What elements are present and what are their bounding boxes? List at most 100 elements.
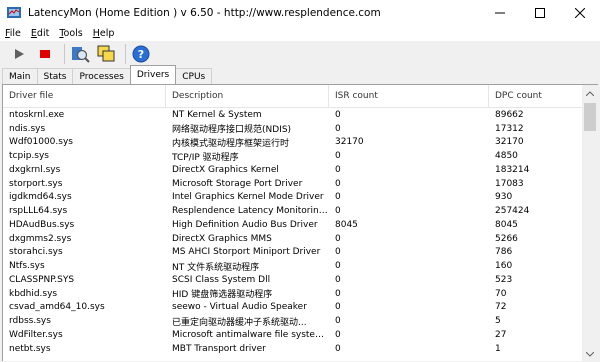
driver-file-cell: netbt.sys: [9, 343, 51, 354]
table-row[interactable]: dxgkrnl.sys DirectX Graphics Kernel 0 18321…: [3, 163, 583, 177]
table-row[interactable]: dxgmms2.sys DirectX Graphics MMS 0 5266: [3, 232, 583, 246]
svg-text:?: ?: [138, 48, 144, 61]
table-row[interactable]: kbdhid.sys HID 键盘筛选器驱动程序 0 70: [3, 287, 583, 301]
table-row[interactable]: storahci.sys MS AHCI Storport Miniport Dr…: [3, 246, 583, 260]
dpc-count-cell: 1: [495, 343, 501, 354]
driver-file-cell: csvad_amd64_10.sys: [9, 302, 105, 313]
menu-edit-label: dit: [36, 28, 50, 39]
table-row[interactable]: rdbss.sys 已重定向驱动器缓冲子系统驱动... 0 5: [3, 314, 583, 328]
isr-count-cell: 0: [335, 192, 341, 203]
description-cell: MBT Transport driver: [172, 343, 266, 354]
table-row[interactable]: tcpip.sys TCP/IP 驱动程序 0 4850: [3, 149, 583, 163]
column-header-driver-file[interactable]: Driver file: [3, 85, 166, 107]
isr-count-cell: 0: [335, 288, 341, 299]
driver-file-cell: dxgmms2.sys: [9, 233, 72, 244]
start-button[interactable]: [8, 43, 30, 65]
isr-count-cell: 0: [335, 164, 341, 175]
isr-count-cell: 0: [335, 316, 341, 327]
tab-cpus-label: CPUs: [182, 71, 206, 82]
isr-count-cell: 0: [335, 109, 341, 120]
description-cell: Intel Graphics Kernel Mode Driver: [172, 192, 324, 203]
tab-stats[interactable]: Stats: [36, 68, 74, 84]
table-row[interactable]: netbt.sys MBT Transport driver 0 1: [3, 342, 583, 356]
dpc-count-cell: 930: [495, 192, 513, 203]
description-cell: SCSI Class System Dll: [172, 274, 271, 285]
menu-help[interactable]: Help: [88, 28, 120, 39]
tab-main[interactable]: Main: [2, 68, 38, 84]
table-row[interactable]: csvad_amd64_10.sys seewo - Virtual Audio …: [3, 301, 583, 315]
tab-stats-label: Stats: [43, 71, 67, 82]
table-row[interactable]: HDAudBus.sys High Definition Audio Bus Dr…: [3, 218, 583, 232]
isr-count-cell: 0: [335, 247, 341, 258]
analysis-button[interactable]: [69, 43, 91, 65]
description-cell: High Definition Audio Bus Driver: [172, 219, 318, 230]
description-cell: 网络驱动程序接口规范(NDIS): [172, 125, 292, 136]
tab-cpus[interactable]: CPUs: [175, 68, 213, 84]
driver-file-cell: storport.sys: [9, 178, 63, 189]
dpc-count-cell: 4850: [495, 151, 518, 162]
menu-edit[interactable]: Edit: [26, 28, 54, 39]
dpc-count-cell: 70: [495, 288, 507, 299]
maximize-button[interactable]: [520, 0, 560, 26]
driver-file-cell: igdkmd64.sys: [9, 192, 72, 203]
table-row[interactable]: Wdf01000.sys 内核模式驱动程序框架运行时 32170 32170: [3, 136, 583, 150]
windows-button[interactable]: [95, 43, 117, 65]
tab-drivers[interactable]: Drivers: [129, 65, 177, 84]
scroll-down-button[interactable]: [582, 346, 598, 362]
column-header-description[interactable]: Description: [166, 85, 329, 107]
help-icon: ?: [132, 45, 150, 63]
dpc-count-cell: 5266: [495, 233, 518, 244]
stop-button[interactable]: [34, 43, 56, 65]
column-header-isr-count[interactable]: ISR count: [329, 85, 489, 107]
driver-list: ntoskrnl.exe NT Kernel & System 0 89662 ndis…: [3, 108, 583, 356]
table-row[interactable]: igdkmd64.sys Intel Graphics Kernel Mode D…: [3, 191, 583, 205]
menu-file[interactable]: File: [0, 28, 26, 39]
description-cell: Resplendence Latency Monitoring a...: [172, 206, 329, 217]
table-row[interactable]: Ntfs.sys NT 文件系统驱动程序 0 160: [3, 259, 583, 273]
dpc-count-cell: 17083: [495, 178, 524, 189]
vertical-scrollbar[interactable]: [582, 85, 598, 362]
description-cell: 内核模式驱动程序框架运行时: [172, 138, 290, 149]
table-row[interactable]: ndis.sys 网络驱动程序接口规范(NDIS) 0 17312: [3, 122, 583, 136]
column-header-dpc-count[interactable]: DPC count: [489, 85, 583, 107]
dpc-count-cell: 27: [495, 329, 507, 340]
table-row[interactable]: CLASSPNP.SYS SCSI Class System Dll 0 523: [3, 273, 583, 287]
isr-count-cell: 0: [335, 123, 341, 134]
dpc-count-cell: 786: [495, 247, 513, 258]
menu-tools-label: ools: [63, 28, 83, 39]
table-row[interactable]: storport.sys Microsoft Storage Port Drive…: [3, 177, 583, 191]
table-header: Driver file Description ISR count DPC co…: [3, 85, 583, 108]
driver-file-cell: ntoskrnl.exe: [9, 109, 65, 120]
driver-file-cell: storahci.sys: [9, 247, 63, 258]
driver-file-cell: HDAudBus.sys: [9, 219, 75, 230]
isr-count-cell: 0: [335, 343, 341, 354]
dpc-count-cell: 160: [495, 261, 513, 272]
description-cell: NT Kernel & System: [172, 109, 262, 120]
driver-file-cell: ndis.sys: [9, 123, 46, 134]
scrollbar-thumb[interactable]: [584, 103, 596, 131]
drivers-panel: Driver file Description ISR count DPC co…: [2, 84, 598, 362]
tab-processes[interactable]: Processes: [72, 68, 131, 84]
help-button[interactable]: ?: [130, 43, 152, 65]
menu-help-mnemonic: H: [92, 28, 100, 39]
dpc-count-cell: 17312: [495, 123, 524, 134]
close-button[interactable]: [560, 0, 600, 26]
table-row[interactable]: rspLLL64.sys Resplendence Latency Monitor…: [3, 204, 583, 218]
isr-count-cell: 0: [335, 329, 341, 340]
table-row[interactable]: ntoskrnl.exe NT Kernel & System 0 89662: [3, 108, 583, 122]
table-row[interactable]: WdFilter.sys Microsoft antimalware file s…: [3, 328, 583, 342]
dpc-count-cell: 32170: [495, 137, 524, 148]
description-cell: HID 键盘筛选器驱动程序: [172, 290, 273, 301]
isr-count-cell: 0: [335, 178, 341, 189]
description-cell: Microsoft antimalware file system filt..…: [172, 329, 329, 340]
driver-file-cell: rspLLL64.sys: [9, 206, 68, 217]
scroll-up-button[interactable]: [582, 85, 598, 101]
dpc-count-cell: 72: [495, 302, 507, 313]
dpc-count-cell: 8045: [495, 219, 518, 230]
isr-count-cell: 8045: [335, 219, 358, 230]
driver-file-cell: WdFilter.sys: [9, 329, 63, 340]
menu-tools[interactable]: Tools: [54, 28, 87, 39]
tab-main-label: Main: [9, 71, 31, 82]
minimize-button[interactable]: [480, 0, 520, 26]
stop-icon: [40, 50, 50, 58]
